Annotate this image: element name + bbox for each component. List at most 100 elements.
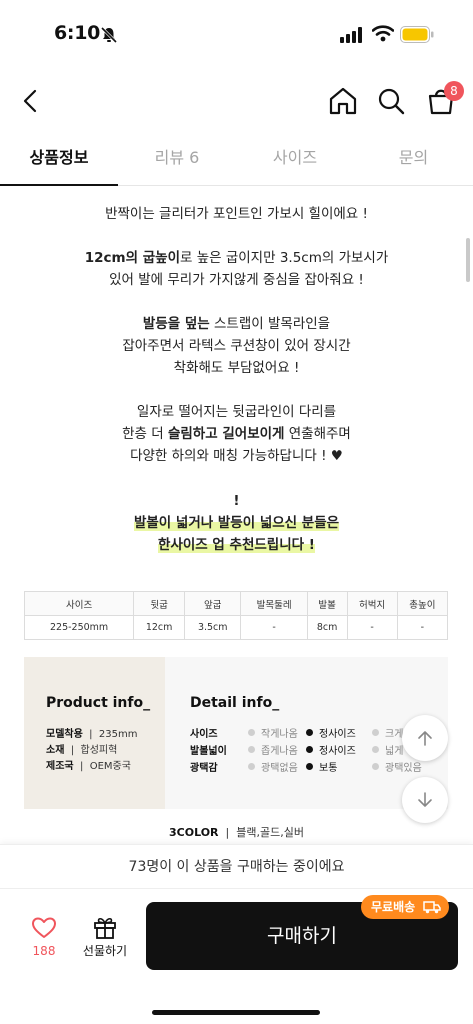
scroll-down-button[interactable] [402,777,448,823]
truck-icon [423,901,441,914]
description-text: 다양한 하의와 매칭 가능하답니다 ! ♥ [130,448,343,464]
color-count: 3COLOR [169,826,219,839]
description-text: 잡아주면서 라텍스 쿠션창이 있어 장시간 [122,338,351,354]
product-info-value: 235mm [98,729,138,740]
table-cell: - [396,615,449,640]
chevron-left-icon [23,89,37,113]
table-header: 사이즈 [23,591,135,616]
scroll-up-button[interactable] [402,715,448,761]
detail-option-selected: 보통 [306,759,337,774]
description-line: 반짝이는 글리터가 포인트인 가보시 힐이에요 ! [105,206,368,222]
detail-option-label: 작게나옴 [261,729,298,740]
detail-option-label: 크게 [385,729,404,740]
search-icon [378,88,405,115]
description-text: 스트랩이 발목라인을 [209,316,331,332]
product-info-row: 제조국 | OEM중국 [46,761,131,772]
description-paragraph: 12cm의 굽높이로 높은 굽이지만 3.5cm의 가보시가 있어 발에 무리가… [0,247,473,291]
detail-info-title: Detail info_ [190,695,280,711]
product-info-value: OEM중국 [89,761,131,772]
description-paragraph: 일자로 떨어지는 뒷굽라인이 다리를 한층 더 슬림하고 길어보이게 연출해주며… [0,401,473,467]
bell-off-icon [100,26,118,44]
table-cell: 12cm [133,615,186,640]
home-icon [329,87,357,115]
battery-icon [400,26,434,43]
table-header-row: 사이즈 뒷굽 앞굽 발목둘레 발볼 허벅지 총높이 [23,591,449,616]
detail-option-label: 보통 [319,763,338,774]
home-button[interactable] [326,84,360,118]
arrow-down-icon [418,792,432,807]
back-button[interactable] [14,84,48,118]
table-header: 발볼 [306,591,348,616]
heart-icon [32,917,56,938]
detail-option: 광택있음 [372,759,422,774]
free-shipping-badge: 무료배송 [361,895,449,919]
highlight-text: 발등을 덮는 [142,316,210,332]
table-header: 허벅지 [346,591,398,616]
purchase-count-banner: 73명이 이 상품을 구매하는 중이에요 [0,844,473,888]
bottom-action-bar: 188 선물하기 구매하기 무료배송 [0,888,473,1024]
table-cell: 3.5cm [184,615,242,640]
tab-reviews[interactable]: 리뷰 6 [118,136,236,186]
product-info-panel: Product info_ 모델착용 | 235mm 소재 | 합성피혁 제조국… [24,657,448,809]
color-values: 블랙,골드,실버 [236,826,304,839]
detail-option: 광택없음 [248,759,298,774]
color-options: 3COLOR | 블랙,골드,실버 [169,826,304,839]
tab-inquiry[interactable]: 문의 [354,136,473,186]
cellular-signal-icon [340,27,362,43]
product-info-title: Product info_ [46,695,151,711]
tab-size[interactable]: 사이즈 [236,136,354,186]
arrow-up-icon [418,731,432,746]
product-tabs: 상품정보 리뷰 6 사이즈 문의 [0,136,473,186]
table-row: 225-250mm 12cm 3.5cm - 8cm - - [23,615,449,640]
notice-line: 발볼이 넓거나 발등이 넓으신 분들은 [133,515,340,531]
description-text: 한층 더 [122,426,168,442]
product-info-label: 모델착용 [46,729,83,740]
tab-product-info[interactable]: 상품정보 [0,136,118,186]
table-cell: - [346,615,398,640]
detail-label: 발볼넓이 [190,746,227,757]
table-header: 발목둘레 [240,591,308,616]
detail-option-label: 광택없음 [261,763,298,774]
table-header: 총높이 [396,591,449,616]
product-info-label: 제조국 [46,761,74,772]
home-indicator [152,1010,320,1015]
product-info-row: 모델착용 | 235mm [46,729,138,740]
description-text: 있어 발에 무리가 가지않게 중심을 잡아줘요 ! [109,272,364,288]
table-header: 뒷굽 [133,591,186,616]
detail-option-label: 정사이즈 [319,746,356,757]
detail-option: 넓게 [372,742,403,757]
table-cell: 8cm [306,615,348,640]
detail-option-selected: 정사이즈 [306,725,356,740]
size-table: 사이즈 뒷굽 앞굽 발목둘레 발볼 허벅지 총높이 225-250mm 12cm… [23,591,449,640]
product-info-row: 소재 | 합성피혁 [46,745,118,756]
highlight-text: 12cm의 굽높이 [84,250,180,266]
description-text: 로 높은 굽이지만 3.5cm의 가보시가 [180,250,389,266]
product-info-value: 합성피혁 [80,745,118,756]
table-cell: 225-250mm [23,615,135,640]
gift-icon [94,917,116,939]
size-notice: ! 발볼이 넓거나 발등이 넓으신 분들은 한사이즈 업 추천드립니다 ! [0,490,473,556]
detail-label: 사이즈 [190,729,218,740]
description-text: 일자로 떨어지는 뒷굽라인이 다리를 [136,404,337,420]
table-cell: - [240,615,308,640]
status-time: 6:10 [54,22,101,44]
top-navigation [0,78,473,124]
detail-label: 광택감 [190,763,218,774]
cart-count-badge: 8 [444,81,464,101]
detail-option: 좁게나옴 [248,742,298,757]
notice-mark: ! [233,493,240,509]
detail-option-label: 좁게나옴 [261,746,298,757]
description-text: 연출해주며 [284,426,351,442]
description-text: 착화해도 부담없어요 ! [173,360,300,376]
like-count: 188 [32,944,56,958]
detail-option-label: 광택있음 [385,763,422,774]
product-info-label: 소재 [46,745,65,756]
free-shipping-label: 무료배송 [371,900,416,914]
table-header: 앞굽 [184,591,242,616]
highlight-text: 슬림하고 길어보이게 [167,426,285,442]
product-info-section: Product info_ 모델착용 | 235mm 소재 | 합성피혁 제조국… [24,657,165,809]
status-bar: 6:10 [0,0,473,70]
notice-line: 한사이즈 업 추천드립니다 ! [158,537,315,553]
search-button[interactable] [374,84,408,118]
detail-option-label: 넓게 [385,746,404,757]
